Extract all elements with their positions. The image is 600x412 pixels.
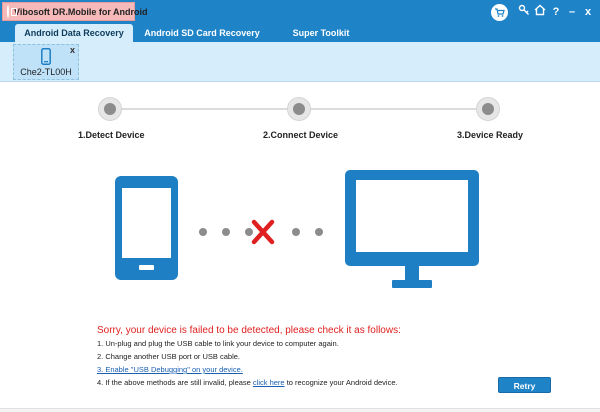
retry-button[interactable]: Retry xyxy=(498,377,551,393)
phone-illustration-icon xyxy=(115,176,178,280)
tip-4: 4. If the above methods are still invali… xyxy=(97,378,398,387)
connection-illustration xyxy=(115,170,479,288)
tip-4-text-after: to recognize your Android device. xyxy=(284,378,398,387)
computer-illustration-icon xyxy=(345,170,479,288)
click-here-link[interactable]: click here xyxy=(253,378,285,387)
enable-usb-debugging-link[interactable]: 3. Enable "USB Debugging" on your device… xyxy=(97,365,243,374)
tip-4-text-before: 4. If the above methods are still invali… xyxy=(97,378,253,387)
tip-2: 2. Change another USB port or USB cable. xyxy=(97,352,240,361)
error-message-title: Sorry, your device is failed to be detec… xyxy=(97,325,401,336)
connection-failed-x-icon xyxy=(251,219,275,245)
tip-1: 1. Un-plug and plug the USB cable to lin… xyxy=(97,339,339,348)
status-strip xyxy=(0,408,600,412)
